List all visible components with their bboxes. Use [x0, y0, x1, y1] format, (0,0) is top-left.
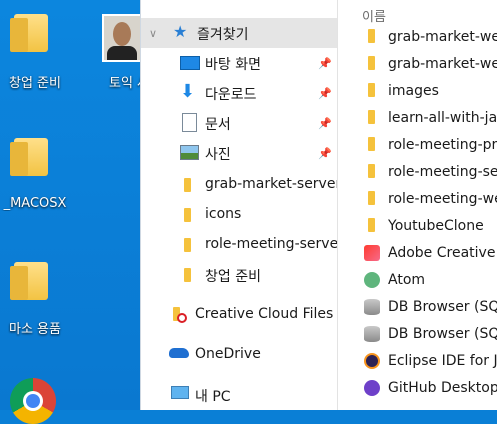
file-name: grab-market-we [388, 56, 497, 72]
desktop-icon [180, 56, 200, 70]
pictures-icon [180, 145, 199, 160]
nav-item-label: Creative Cloud Files [195, 306, 334, 322]
file-name: GitHub Desktop [388, 380, 497, 396]
star-icon: ★ [173, 22, 188, 41]
folder-icon [180, 268, 198, 284]
folder-icon [180, 208, 198, 224]
nav-creative-cloud[interactable]: Creative Cloud Files [141, 300, 338, 330]
computer-icon [171, 386, 189, 399]
folder-icon [10, 14, 48, 52]
list-item[interactable]: Atom [338, 267, 497, 294]
folder-icon [364, 83, 380, 99]
desktop-icon-label: _MACOSX [3, 196, 67, 211]
db-browser-icon [364, 299, 380, 315]
file-name: role-meeting-we [388, 191, 497, 207]
nav-item-label: 바탕 화면 [205, 57, 261, 73]
list-item[interactable]: learn-all-with-jav [338, 105, 497, 132]
file-name: learn-all-with-jav [388, 110, 497, 126]
creative-cloud-icon [171, 307, 189, 323]
list-item[interactable]: YoutubeClone [338, 213, 497, 240]
nav-item-label: OneDrive [195, 346, 261, 362]
db-browser-icon [364, 326, 380, 342]
nav-item-label: 사진 [205, 147, 231, 163]
list-item[interactable]: Eclipse IDE for Ja [338, 348, 497, 375]
file-name: DB Browser (SQL [388, 299, 497, 315]
folder-icon [180, 238, 198, 254]
nav-item-label: 문서 [205, 117, 231, 133]
file-name: grab-market-we [388, 29, 497, 45]
pin-icon[interactable]: 📌 [318, 117, 332, 130]
folder-icon [180, 178, 198, 194]
list-item[interactable]: role-meeting-pro [338, 132, 497, 159]
adobe-cc-icon [364, 245, 380, 261]
folder-icon [364, 137, 380, 153]
nav-item-label: 창업 준비 [205, 269, 261, 285]
nav-item-folder[interactable]: icons [141, 200, 338, 230]
nav-this-pc[interactable]: 내 PC [141, 380, 338, 410]
desktop-icon-chrome[interactable] [0, 378, 70, 424]
pin-icon[interactable]: 📌 [318, 57, 332, 70]
nav-onedrive[interactable]: OneDrive [141, 340, 338, 370]
nav-item-folder[interactable]: grab-market-server [141, 170, 342, 200]
nav-quick-access[interactable]: ∨ ★ 즐겨찾기 [141, 18, 338, 48]
file-name: YoutubeClone [388, 218, 484, 234]
file-name: images [388, 83, 439, 99]
folder-icon [10, 138, 48, 176]
file-name: role-meeting-pro [388, 137, 497, 153]
chevron-down-icon[interactable]: ∨ [149, 27, 157, 40]
nav-item-label: icons [205, 206, 242, 222]
nav-item-desktop[interactable]: 바탕 화면 📌 [141, 48, 338, 78]
folder-icon [364, 191, 380, 207]
folder-icon [364, 110, 380, 126]
desktop-icon-startup-folder[interactable]: 창업 준비 [0, 14, 70, 94]
list-item[interactable]: DB Browser (SQL [338, 294, 497, 321]
desktop-icon-label: 창업 준비 [9, 76, 61, 91]
navigation-pane: ∨ ★ 즐겨찾기 바탕 화면 📌 ⬇ 다운로드 📌 문서 📌 사진 📌 grab… [140, 0, 344, 410]
pin-icon[interactable]: 📌 [318, 147, 332, 160]
list-item[interactable]: DB Browser (SQL [338, 321, 497, 348]
column-header-name[interactable]: 이름 [362, 6, 386, 25]
nav-item-label: grab-market-server [205, 176, 342, 192]
desktop: 창업 준비 토익 사 _MACOSX 마소 용품 [0, 0, 149, 424]
file-name: role-meeting-ser [388, 164, 497, 180]
list-item[interactable]: role-meeting-ser [338, 159, 497, 186]
nav-item-label: role-meeting-server [205, 236, 344, 252]
nav-item-folder[interactable]: 창업 준비 [141, 260, 338, 290]
desktop-icon-macosx-folder[interactable]: _MACOSX [0, 138, 70, 218]
nav-item-label: 내 PC [195, 389, 231, 405]
folder-icon [364, 56, 380, 72]
document-icon [182, 113, 197, 132]
file-name: Eclipse IDE for Ja [388, 353, 497, 369]
nav-item-folder[interactable]: role-meeting-server [141, 230, 344, 260]
chrome-icon [10, 378, 56, 424]
folder-icon [364, 29, 380, 45]
list-item[interactable]: GitHub Desktop [338, 375, 497, 402]
folder-icon [10, 262, 48, 300]
nav-item-pictures[interactable]: 사진 📌 [141, 138, 338, 168]
github-desktop-icon [364, 380, 380, 396]
nav-item-label: 즐겨찾기 [197, 27, 249, 43]
download-icon: ⬇ [180, 81, 196, 102]
folder-icon [364, 164, 380, 180]
list-item[interactable]: grab-market-we [338, 24, 497, 51]
file-name: DB Browser (SQL [388, 326, 497, 342]
desktop-icon-maso-folder[interactable]: 마소 용품 [0, 262, 70, 342]
list-item[interactable]: role-meeting-we [338, 186, 497, 213]
desktop-icon-label: 마소 용품 [9, 322, 61, 337]
list-item[interactable]: grab-market-we [338, 51, 497, 78]
nav-item-downloads[interactable]: ⬇ 다운로드 📌 [141, 78, 338, 108]
folder-icon [364, 218, 380, 234]
list-item[interactable]: Adobe Creative [338, 240, 497, 267]
pin-icon[interactable]: 📌 [318, 87, 332, 100]
file-list: 이름 grab-market-we grab-market-we images … [337, 0, 497, 410]
atom-icon [364, 272, 380, 288]
list-item[interactable]: images [338, 78, 497, 105]
eclipse-icon [364, 353, 380, 369]
nav-item-documents[interactable]: 문서 📌 [141, 108, 338, 138]
file-name: Adobe Creative [388, 245, 496, 261]
photo-icon [102, 14, 142, 62]
file-name: Atom [388, 272, 426, 288]
nav-item-label: 다운로드 [205, 87, 257, 103]
onedrive-cloud-icon [169, 348, 189, 358]
